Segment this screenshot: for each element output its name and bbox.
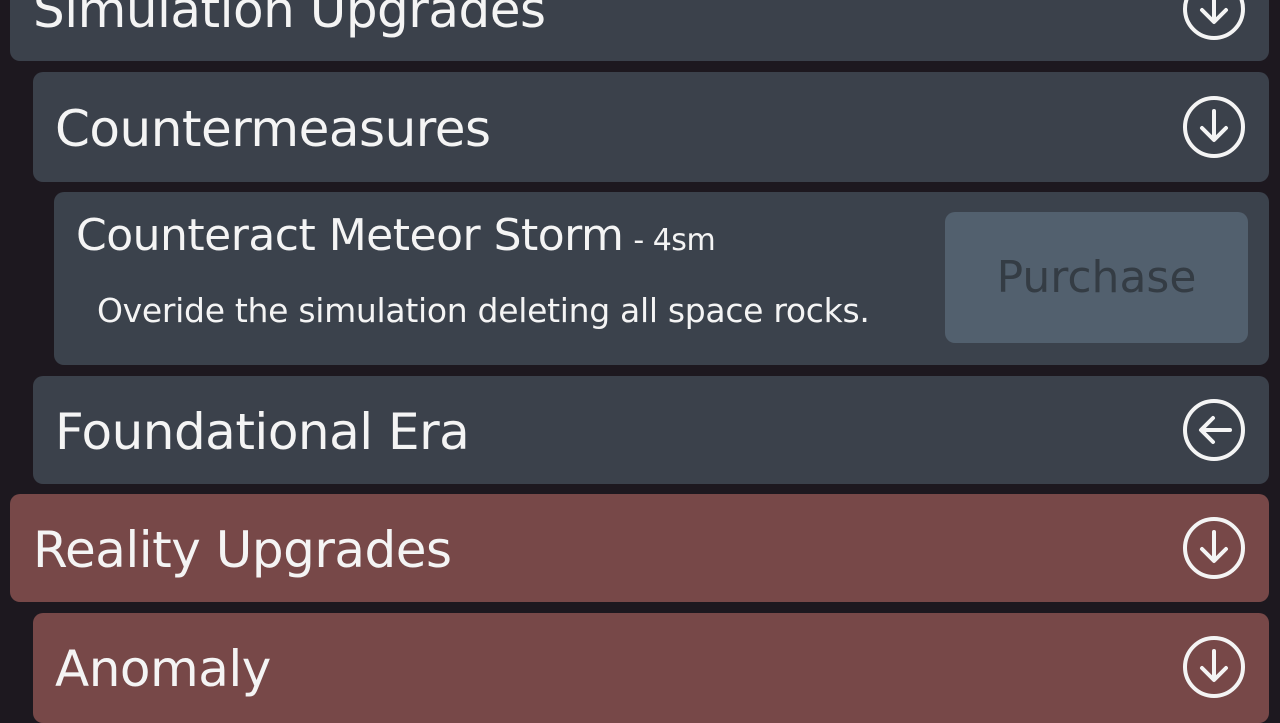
section-title: Reality Upgrades: [33, 521, 452, 579]
purchase-button[interactable]: Purchase: [945, 212, 1248, 343]
section-title: Countermeasures: [55, 100, 491, 158]
upgrade-item-name: Counteract Meteor Storm - 4sm: [76, 214, 716, 258]
arrow-down-circle-icon[interactable]: [1182, 0, 1246, 41]
section-title: Foundational Era: [55, 403, 470, 461]
upgrade-item-card: Counteract Meteor Storm - 4sm Overide the…: [54, 192, 1269, 365]
section-countermeasures[interactable]: Countermeasures: [33, 72, 1269, 182]
upgrade-cost: - 4sm: [633, 223, 716, 258]
section-reality-upgrades[interactable]: Reality Upgrades: [10, 494, 1269, 602]
section-simulation-upgrades[interactable]: Simulation Upgrades: [10, 0, 1269, 61]
section-foundational-era[interactable]: Foundational Era: [33, 376, 1269, 484]
section-title: Simulation Upgrades: [33, 0, 546, 39]
upgrade-name-text: Counteract Meteor Storm: [76, 210, 624, 261]
section-anomaly[interactable]: Anomaly: [33, 613, 1269, 723]
arrow-down-circle-icon[interactable]: [1182, 95, 1246, 159]
section-title: Anomaly: [55, 640, 271, 698]
upgrade-description: Overide the simulation deleting all spac…: [97, 291, 870, 330]
arrow-down-circle-icon[interactable]: [1182, 516, 1246, 580]
arrow-left-circle-icon[interactable]: [1182, 398, 1246, 462]
arrow-down-circle-icon[interactable]: [1182, 635, 1246, 699]
